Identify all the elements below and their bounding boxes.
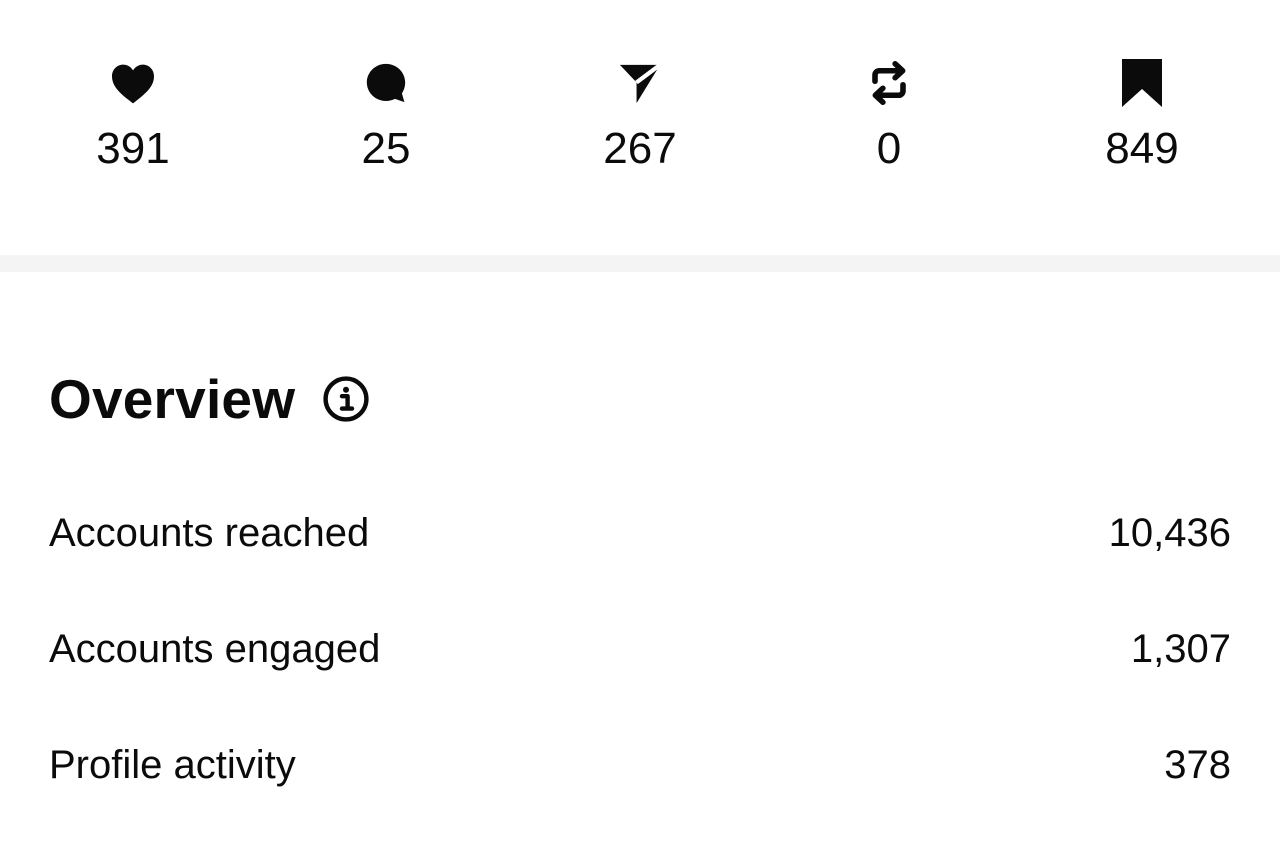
section-divider: [0, 255, 1280, 272]
stat-shares[interactable]: 267: [540, 0, 740, 200]
heart-icon: [108, 58, 158, 108]
info-icon[interactable]: [322, 375, 370, 423]
post-stats-row: 391 25 267 0 849: [0, 0, 1280, 255]
metric-label: Accounts engaged: [49, 627, 381, 671]
metric-value: 10,436: [1108, 511, 1231, 555]
metric-value: 1,307: [1130, 627, 1231, 671]
share-icon: [615, 58, 665, 108]
overview-title: Overview: [49, 368, 296, 430]
metric-label: Profile activity: [49, 743, 296, 787]
comments-count: 25: [361, 124, 411, 173]
metric-row-profile-activity[interactable]: Profile activity 378: [49, 735, 1231, 795]
stat-likes[interactable]: 391: [33, 0, 233, 200]
bookmark-icon: [1117, 58, 1167, 108]
overview-header: Overview: [49, 366, 370, 432]
metric-label: Accounts reached: [49, 511, 370, 555]
stat-comments[interactable]: 25: [286, 0, 486, 200]
shares-count: 267: [603, 124, 677, 173]
metric-row-accounts-reached[interactable]: Accounts reached 10,436: [49, 503, 1231, 563]
metric-value: 378: [1164, 743, 1231, 787]
comment-icon: [361, 58, 411, 108]
likes-count: 391: [96, 124, 170, 173]
metric-row-accounts-engaged[interactable]: Accounts engaged 1,307: [49, 619, 1231, 679]
saves-count: 849: [1105, 124, 1179, 173]
reposts-count: 0: [876, 124, 902, 173]
stat-saves[interactable]: 849: [1042, 0, 1242, 200]
stat-reposts[interactable]: 0: [789, 0, 989, 200]
repost-icon: [864, 58, 914, 108]
